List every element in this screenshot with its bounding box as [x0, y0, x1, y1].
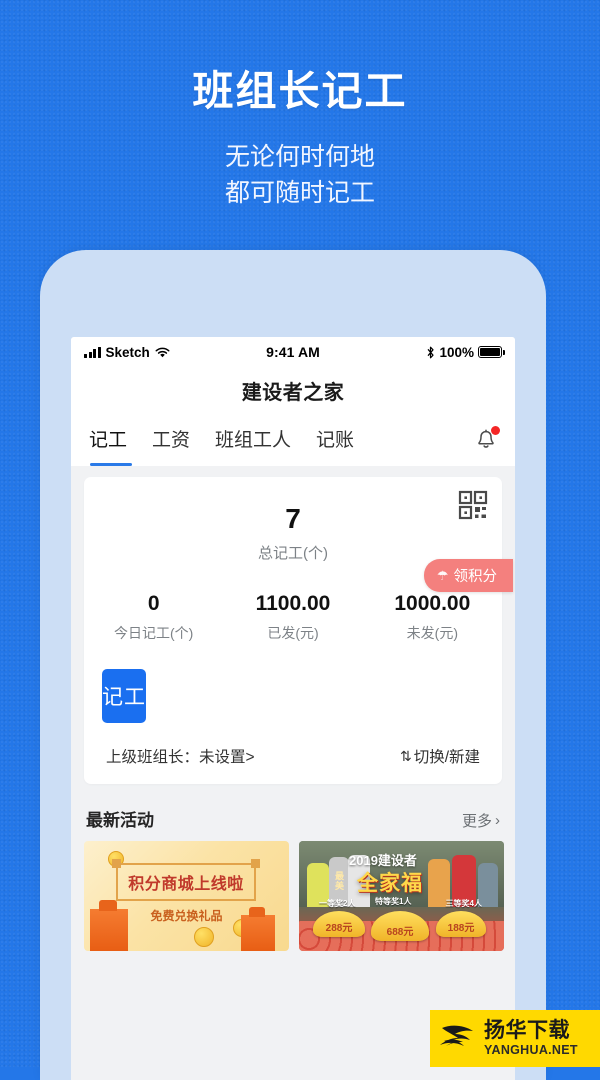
- activity-card-list: 积分商城上线啦 免费兑换礼品 2019建设者 最 美 全家福 一等奖2人 特等奖…: [71, 841, 515, 951]
- activity-card-title: 积分商城上线啦: [128, 876, 244, 893]
- record-work-button[interactable]: 记工: [102, 669, 146, 723]
- qr-code-button[interactable]: [458, 490, 488, 520]
- gold-ingot-prize: 288元: [313, 911, 365, 937]
- leader-link[interactable]: 上级班组长：未设置>: [106, 745, 400, 767]
- coin-icon: [194, 927, 214, 947]
- hero-subtitle-line-1: 无论何时何地: [224, 143, 375, 171]
- activity-more-label: 更多: [461, 813, 492, 830]
- watermark-badge: 扬华下载 YANGHUA.NET: [430, 1010, 600, 1067]
- notification-bell-button[interactable]: [473, 426, 500, 453]
- gold-ingot-prize: 688元: [371, 911, 429, 941]
- activity-card-family-photo[interactable]: 2019建设者 最 美 全家福 一等奖2人 特等奖1人 三等奖4人 288元 6…: [299, 841, 504, 951]
- claim-points-button[interactable]: ☂ 领积分: [423, 559, 513, 592]
- clock-label: 9:41 AM: [266, 344, 320, 360]
- stat-value: 1100.00: [255, 592, 331, 615]
- battery-icon: [478, 346, 505, 358]
- prize-caption: 一等奖2人: [319, 899, 356, 908]
- stat-value: 0: [147, 592, 160, 615]
- activity-card-tag-line-2: 美: [335, 881, 345, 891]
- wifi-icon: [155, 347, 170, 358]
- bluetooth-icon: [426, 346, 435, 359]
- tab-gongzi[interactable]: 工资: [152, 425, 190, 455]
- tab-jigong[interactable]: 记工: [89, 425, 133, 466]
- status-bar-left: Sketch: [84, 345, 266, 360]
- stat-value: 1000.00: [394, 592, 471, 615]
- stats-row: 0 今日记工(个) 1100.00 已发(元) 1000.00 未发(元): [84, 593, 502, 643]
- status-bar: Sketch 9:41 AM 100%: [71, 337, 515, 367]
- stat-unpaid: 1000.00 未发(元): [363, 593, 502, 643]
- qr-code-icon: [458, 490, 488, 520]
- tab-jizhang[interactable]: 记账: [316, 425, 354, 455]
- tab-banzugongren[interactable]: 班组工人: [215, 425, 291, 455]
- stat-today-records: 0 今日记工(个): [84, 593, 223, 643]
- activity-card-points-mall[interactable]: 积分商城上线啦 免费兑换礼品: [84, 841, 289, 951]
- page-title: 建设者之家: [241, 382, 345, 404]
- chevron-right-icon: ›: [495, 812, 500, 829]
- switch-create-button[interactable]: ⇅ 切换/新建: [400, 745, 480, 767]
- signal-icon: [84, 346, 101, 358]
- phone-mockup: Sketch 9:41 AM 100% 建设者之家 记工 工资 班组工人 记账 …: [40, 250, 546, 1080]
- claim-points-label: 领积分: [453, 569, 498, 585]
- switch-arrows-icon: ⇅: [399, 747, 412, 764]
- hero-banner: 班组长记工 无论何时何地 都可随时记工: [0, 0, 600, 240]
- status-bar-right: 100%: [320, 344, 505, 360]
- activity-card-frame: 积分商城上线啦: [112, 859, 260, 901]
- stat-label: 未发(元): [406, 625, 458, 641]
- summary-card: 7 总记工(个) ☂ 领积分 0 今日记工(个) 1100.00 已发(元) 1…: [84, 477, 513, 784]
- activity-card-tag: 最 美: [335, 871, 344, 891]
- notification-badge-dot: [491, 426, 500, 435]
- hero-subtitle: 无论何时何地 都可随时记工: [0, 139, 600, 211]
- hero-title: 班组长记工: [192, 68, 408, 114]
- activity-card-subtitle: 免费兑换礼品: [150, 909, 223, 923]
- activity-card-big-title: 全家福: [357, 872, 423, 895]
- hero-subtitle-line-2: 都可随时记工: [224, 179, 375, 207]
- activity-section-title: 最新活动: [86, 811, 154, 830]
- stat-label: 今日记工(个): [114, 625, 194, 641]
- activity-card-tag-line-1: 最: [335, 871, 345, 881]
- stat-label: 已发(元): [267, 625, 319, 641]
- phone-screen: Sketch 9:41 AM 100% 建设者之家 记工 工资 班组工人 记账 …: [71, 337, 515, 1080]
- yanghua-logo-icon: [438, 1021, 478, 1057]
- switch-create-label: 切换/新建: [413, 749, 480, 766]
- watermark-cn-label: 扬华下载: [484, 1019, 570, 1043]
- total-records-value: 7: [285, 503, 301, 534]
- prize-caption: 特等奖1人: [375, 897, 412, 906]
- tab-bar: 记工 工资 班组工人 记账: [71, 414, 515, 466]
- total-records-block: 7 总记工(个): [84, 491, 502, 563]
- leader-row: 上级班组长：未设置> ⇅ 切换/新建: [106, 745, 480, 767]
- app-header: 建设者之家: [71, 367, 515, 414]
- activity-more-link[interactable]: 更多 ›: [462, 810, 500, 831]
- activity-header: 最新活动 更多 ›: [71, 784, 515, 841]
- gift-icon: ☂: [436, 567, 449, 583]
- watermark-en-label: YANGHUA.NET: [484, 1043, 578, 1058]
- watermark-text: 扬华下载 YANGHUA.NET: [484, 1020, 578, 1057]
- carrier-label: Sketch: [105, 344, 150, 360]
- prize-caption: 三等奖4人: [445, 899, 482, 908]
- stat-paid: 1100.00 已发(元): [223, 593, 362, 643]
- gold-ingot-prize: 188元: [436, 911, 486, 937]
- battery-percent-label: 100%: [439, 344, 474, 360]
